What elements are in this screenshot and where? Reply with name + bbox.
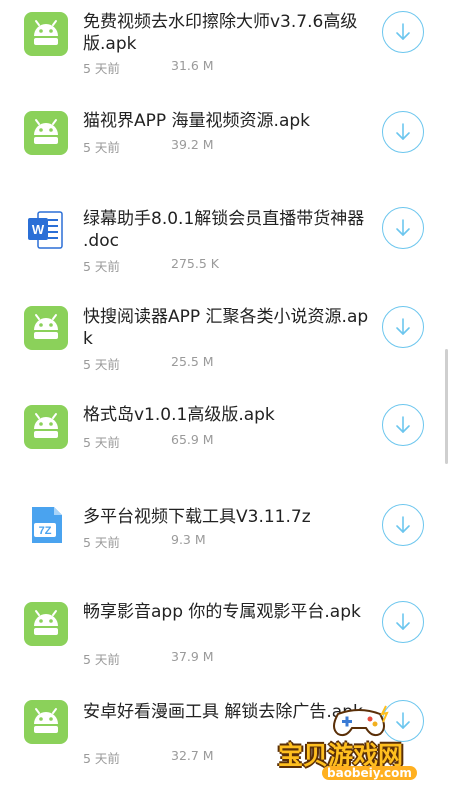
file-title: 绿幕助手8.0.1解锁会员直播带货神器 .doc	[83, 209, 365, 251]
file-size: 25.5 M	[171, 354, 214, 369]
file-title: 猫视界APP 海量视频资源.apk	[83, 111, 310, 131]
download-button[interactable]	[382, 111, 424, 153]
file-title: 多平台视频下载工具V3.11.7z	[83, 507, 311, 527]
watermark: 宝贝游戏网 baobeiy.com	[262, 700, 450, 800]
gamepad-icon	[333, 705, 389, 737]
file-size: 39.2 M	[171, 137, 214, 152]
7z-archive-icon: 7Z	[24, 503, 68, 547]
list-item[interactable]: 快搜阅读器APP 汇聚各类小说资源.apk 5 天前 25.5 M	[0, 294, 450, 392]
download-arrow-icon	[396, 613, 410, 630]
android-icon	[24, 111, 68, 155]
file-date: 5 天前	[83, 61, 120, 76]
file-date: 5 天前	[83, 535, 120, 550]
file-title: 畅享影音app 你的专属观影平台.apk	[83, 602, 361, 622]
android-icon	[24, 306, 68, 350]
download-button[interactable]	[382, 306, 424, 348]
file-list: 免费视频去水印擦除大师v3.7.6高级版.apk 5 天前 31.6 M 猫视界…	[0, 0, 450, 800]
watermark-url: baobeiy.com	[322, 766, 417, 780]
download-button[interactable]	[382, 11, 424, 53]
download-button[interactable]	[382, 207, 424, 249]
svg-text:W: W	[32, 222, 45, 237]
list-item[interactable]: 7Z 多平台视频下载工具V3.11.7z 5 天前 9.3 M	[0, 490, 450, 588]
download-button[interactable]	[382, 404, 424, 446]
list-item[interactable]: 猫视界APP 海量视频资源.apk 5 天前 39.2 M	[0, 98, 450, 196]
file-size: 31.6 M	[171, 58, 214, 73]
download-arrow-icon	[396, 123, 410, 140]
list-item[interactable]: 格式岛v1.0.1高级版.apk 5 天前 65.9 M	[0, 392, 450, 490]
android-icon	[24, 602, 68, 646]
file-title: 格式岛v1.0.1高级版.apk	[83, 405, 275, 425]
word-doc-icon: W	[24, 208, 68, 252]
list-item[interactable]: W 绿幕助手8.0.1解锁会员直播带货神器 .doc 5 天前 275.5 K	[0, 196, 450, 294]
file-size: 275.5 K	[171, 256, 219, 271]
download-button[interactable]	[382, 504, 424, 546]
download-arrow-icon	[396, 516, 410, 533]
file-size: 32.7 M	[171, 748, 214, 763]
file-title: 快搜阅读器APP 汇聚各类小说资源.apk	[83, 307, 369, 349]
file-date: 5 天前	[83, 357, 120, 372]
file-date: 5 天前	[83, 140, 120, 155]
file-size: 37.9 M	[171, 649, 214, 664]
file-size: 9.3 M	[171, 532, 206, 547]
scrollbar[interactable]	[445, 349, 448, 464]
download-arrow-icon	[396, 219, 410, 236]
file-title: 免费视频去水印擦除大师v3.7.6高级版.apk	[83, 12, 358, 54]
file-size: 65.9 M	[171, 432, 214, 447]
list-item[interactable]: 免费视频去水印擦除大师v3.7.6高级版.apk 5 天前 31.6 M	[0, 0, 450, 98]
list-item[interactable]: 畅享影音app 你的专属观影平台.apk 5 天前 37.9 M	[0, 588, 450, 686]
android-icon	[24, 405, 68, 449]
android-icon	[24, 12, 68, 56]
svg-text:7Z: 7Z	[39, 525, 52, 537]
file-date: 5 天前	[83, 751, 120, 766]
download-arrow-icon	[396, 23, 410, 40]
download-arrow-icon	[396, 416, 410, 433]
download-button[interactable]	[382, 601, 424, 643]
download-arrow-icon	[396, 318, 410, 335]
file-date: 5 天前	[83, 652, 120, 667]
file-date: 5 天前	[83, 435, 120, 450]
android-icon	[24, 700, 68, 744]
file-date: 5 天前	[83, 259, 120, 274]
